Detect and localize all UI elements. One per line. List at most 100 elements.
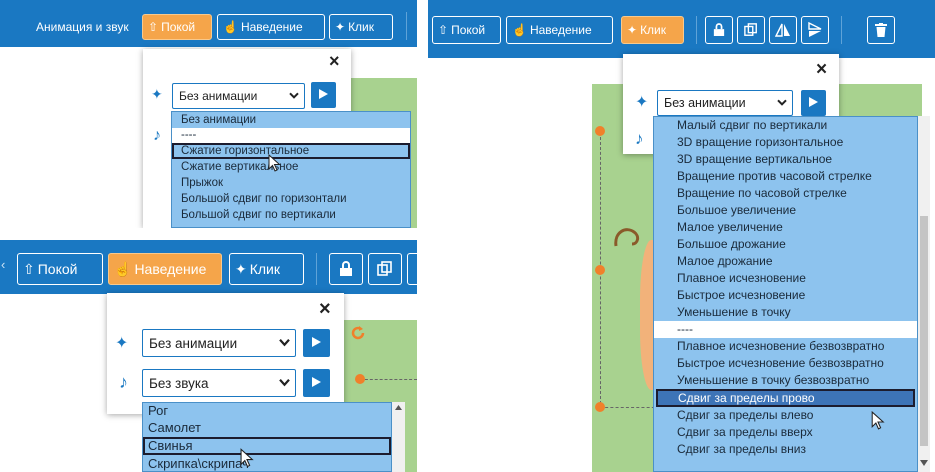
tab-hover[interactable]: ☝ Наведение xyxy=(217,14,325,40)
list-item[interactable]: Быстрое исчезновение безвозвратно xyxy=(654,355,917,372)
list-item[interactable]: Вращение против часовой стрелке xyxy=(654,168,917,185)
list-item[interactable]: Сжатие вертикальное xyxy=(172,159,410,175)
panel-animation-rest: Анимация и звук ⇧ Покой ☝ Наведение ✦ Кл… xyxy=(0,0,417,228)
animation-select-value: Без анимации xyxy=(179,89,258,103)
close-icon[interactable]: × xyxy=(816,59,827,81)
chevron-left-icon[interactable]: ‹ xyxy=(1,257,5,272)
list-separator: ---- xyxy=(172,128,410,143)
scrollbar[interactable] xyxy=(918,116,930,472)
chevron-down-icon xyxy=(777,95,787,109)
tab-click-label: Клик xyxy=(348,20,375,34)
tab-hover-label: Наведение xyxy=(240,20,303,34)
sound-select[interactable]: Без звука xyxy=(142,369,296,397)
hand-up-icon: ⇧ xyxy=(438,23,449,37)
resize-handle[interactable] xyxy=(595,402,605,412)
scrollbar[interactable] xyxy=(392,402,405,472)
list-item[interactable]: Малое увеличение xyxy=(654,219,917,236)
resize-handle[interactable] xyxy=(355,374,365,384)
list-item[interactable]: 3D вращение вертикальное xyxy=(654,151,917,168)
tab-click-label: Клик xyxy=(640,23,667,37)
tab-click[interactable]: ✦ Клик xyxy=(621,16,684,44)
tab-click[interactable]: ✦ Клик xyxy=(229,253,304,285)
copy-button[interactable] xyxy=(368,253,402,285)
next-tool-button[interactable] xyxy=(407,253,417,285)
resize-handle[interactable] xyxy=(595,126,605,136)
list-item[interactable]: Плавное исчезновение xyxy=(654,270,917,287)
play-icon xyxy=(809,94,818,112)
list-item-highlighted[interactable]: Сжатие горизонтальное xyxy=(172,143,410,159)
list-item[interactable]: Вращение по часовой стрелке xyxy=(654,185,917,202)
tab-hover[interactable]: ☝ Наведение xyxy=(108,253,222,285)
panel-animation-click: ⇧ Покой ☝ Наведение ✦ Клик × ✦ Без анима… xyxy=(428,0,935,472)
delete-button[interactable] xyxy=(867,16,895,44)
copy-button[interactable] xyxy=(737,16,765,44)
lock-button[interactable] xyxy=(705,16,733,44)
tab-rest-label: Покой xyxy=(37,261,78,277)
tab-rest[interactable]: ⇧ Покой xyxy=(17,253,103,285)
close-icon[interactable]: × xyxy=(329,51,340,72)
click-sparkle-icon: ✦ xyxy=(235,260,247,277)
animation-icon: ✦ xyxy=(151,86,163,102)
play-button[interactable] xyxy=(311,82,336,108)
list-item[interactable]: Без анимации xyxy=(172,112,410,128)
animation-options-list: Без анимации ---- Сжатие горизонтальное … xyxy=(171,111,411,228)
copy-icon xyxy=(744,23,757,36)
animation-select[interactable]: Без анимации xyxy=(657,90,793,116)
pointer-hand-icon: ☝ xyxy=(223,20,238,34)
animation-select[interactable]: Без анимации xyxy=(172,83,305,109)
animation-select-value: Без анимации xyxy=(664,96,746,110)
tab-click[interactable]: ✦ Клик xyxy=(329,14,393,40)
list-item[interactable]: Скрипка\скрипач xyxy=(143,455,391,472)
tab-hover[interactable]: ☝ Наведение xyxy=(506,16,613,44)
list-item[interactable]: Рог xyxy=(143,403,391,419)
animation-select-value: Без анимации xyxy=(149,335,238,351)
animation-select[interactable]: Без анимации xyxy=(142,329,296,357)
list-item[interactable]: Уменьшение в точку безвозвратно xyxy=(654,372,917,389)
scroll-down-icon[interactable] xyxy=(920,460,928,466)
tab-rest[interactable]: ⇧ Покой xyxy=(142,14,212,40)
scrollbar-thumb[interactable] xyxy=(920,216,928,446)
list-item[interactable]: Сдвиг за пределы вниз xyxy=(654,441,917,458)
list-item[interactable]: 3D вращение горизонтальное xyxy=(654,134,917,151)
lock-button[interactable] xyxy=(329,253,363,285)
list-item[interactable]: Большое увеличение xyxy=(654,202,917,219)
sound-play-button[interactable] xyxy=(303,369,330,397)
play-icon xyxy=(312,374,321,392)
tab-rest[interactable]: ⇧ Покой xyxy=(432,16,501,44)
play-icon xyxy=(312,334,321,352)
list-item-highlighted[interactable]: Сдвиг за пределы прово xyxy=(656,389,915,407)
rotate-icon[interactable] xyxy=(349,324,367,342)
list-item[interactable]: Малое дрожание xyxy=(654,253,917,270)
list-item[interactable]: Большой сдвиг по горизонтали xyxy=(172,191,410,207)
list-item[interactable]: Быстрое исчезновение xyxy=(654,287,917,304)
list-item[interactable]: Плавное исчезновение безвозвратно xyxy=(654,338,917,355)
list-item[interactable]: Уменьшение в точку xyxy=(654,304,917,321)
flip-horizontal-button[interactable] xyxy=(769,16,797,44)
list-item[interactable]: Прыжок xyxy=(172,175,410,191)
lock-icon xyxy=(340,261,352,276)
list-item-highlighted[interactable]: Свинья xyxy=(143,437,391,455)
play-button[interactable] xyxy=(801,90,826,116)
toolbar: ⇧ Покой ☝ Наведение ✦ Клик xyxy=(428,0,935,58)
resize-handle[interactable] xyxy=(595,265,605,275)
list-item[interactable]: Самолет xyxy=(143,419,391,437)
play-icon xyxy=(319,86,328,104)
play-button[interactable] xyxy=(303,329,330,357)
pointer-hand-icon: ☝ xyxy=(114,260,132,277)
scroll-up-icon[interactable] xyxy=(395,405,402,410)
list-separator: ---- xyxy=(654,321,917,338)
flip-vertical-button[interactable] xyxy=(801,16,829,44)
animation-icon: ✦ xyxy=(635,94,649,111)
hover-popup: × ✦ Без анимации ♪ Без звука xyxy=(107,293,344,414)
mouse-cursor-icon xyxy=(871,411,885,430)
click-sparkle-icon: ✦ xyxy=(627,23,638,37)
mouse-cursor-icon xyxy=(240,448,254,468)
hand-up-icon: ⇧ xyxy=(148,20,159,34)
list-item[interactable]: Большой сдвиг по вертикали xyxy=(172,207,410,223)
close-icon[interactable]: × xyxy=(319,298,331,321)
list-item[interactable]: Малый сдвиг по вертикали xyxy=(654,117,917,134)
sound-options-list: Рог Самолет Свинья Скрипка\скрипач xyxy=(142,402,392,472)
music-note-icon: ♪ xyxy=(119,372,128,392)
selection-border xyxy=(360,379,417,380)
list-item[interactable]: Большое дрожание xyxy=(654,236,917,253)
